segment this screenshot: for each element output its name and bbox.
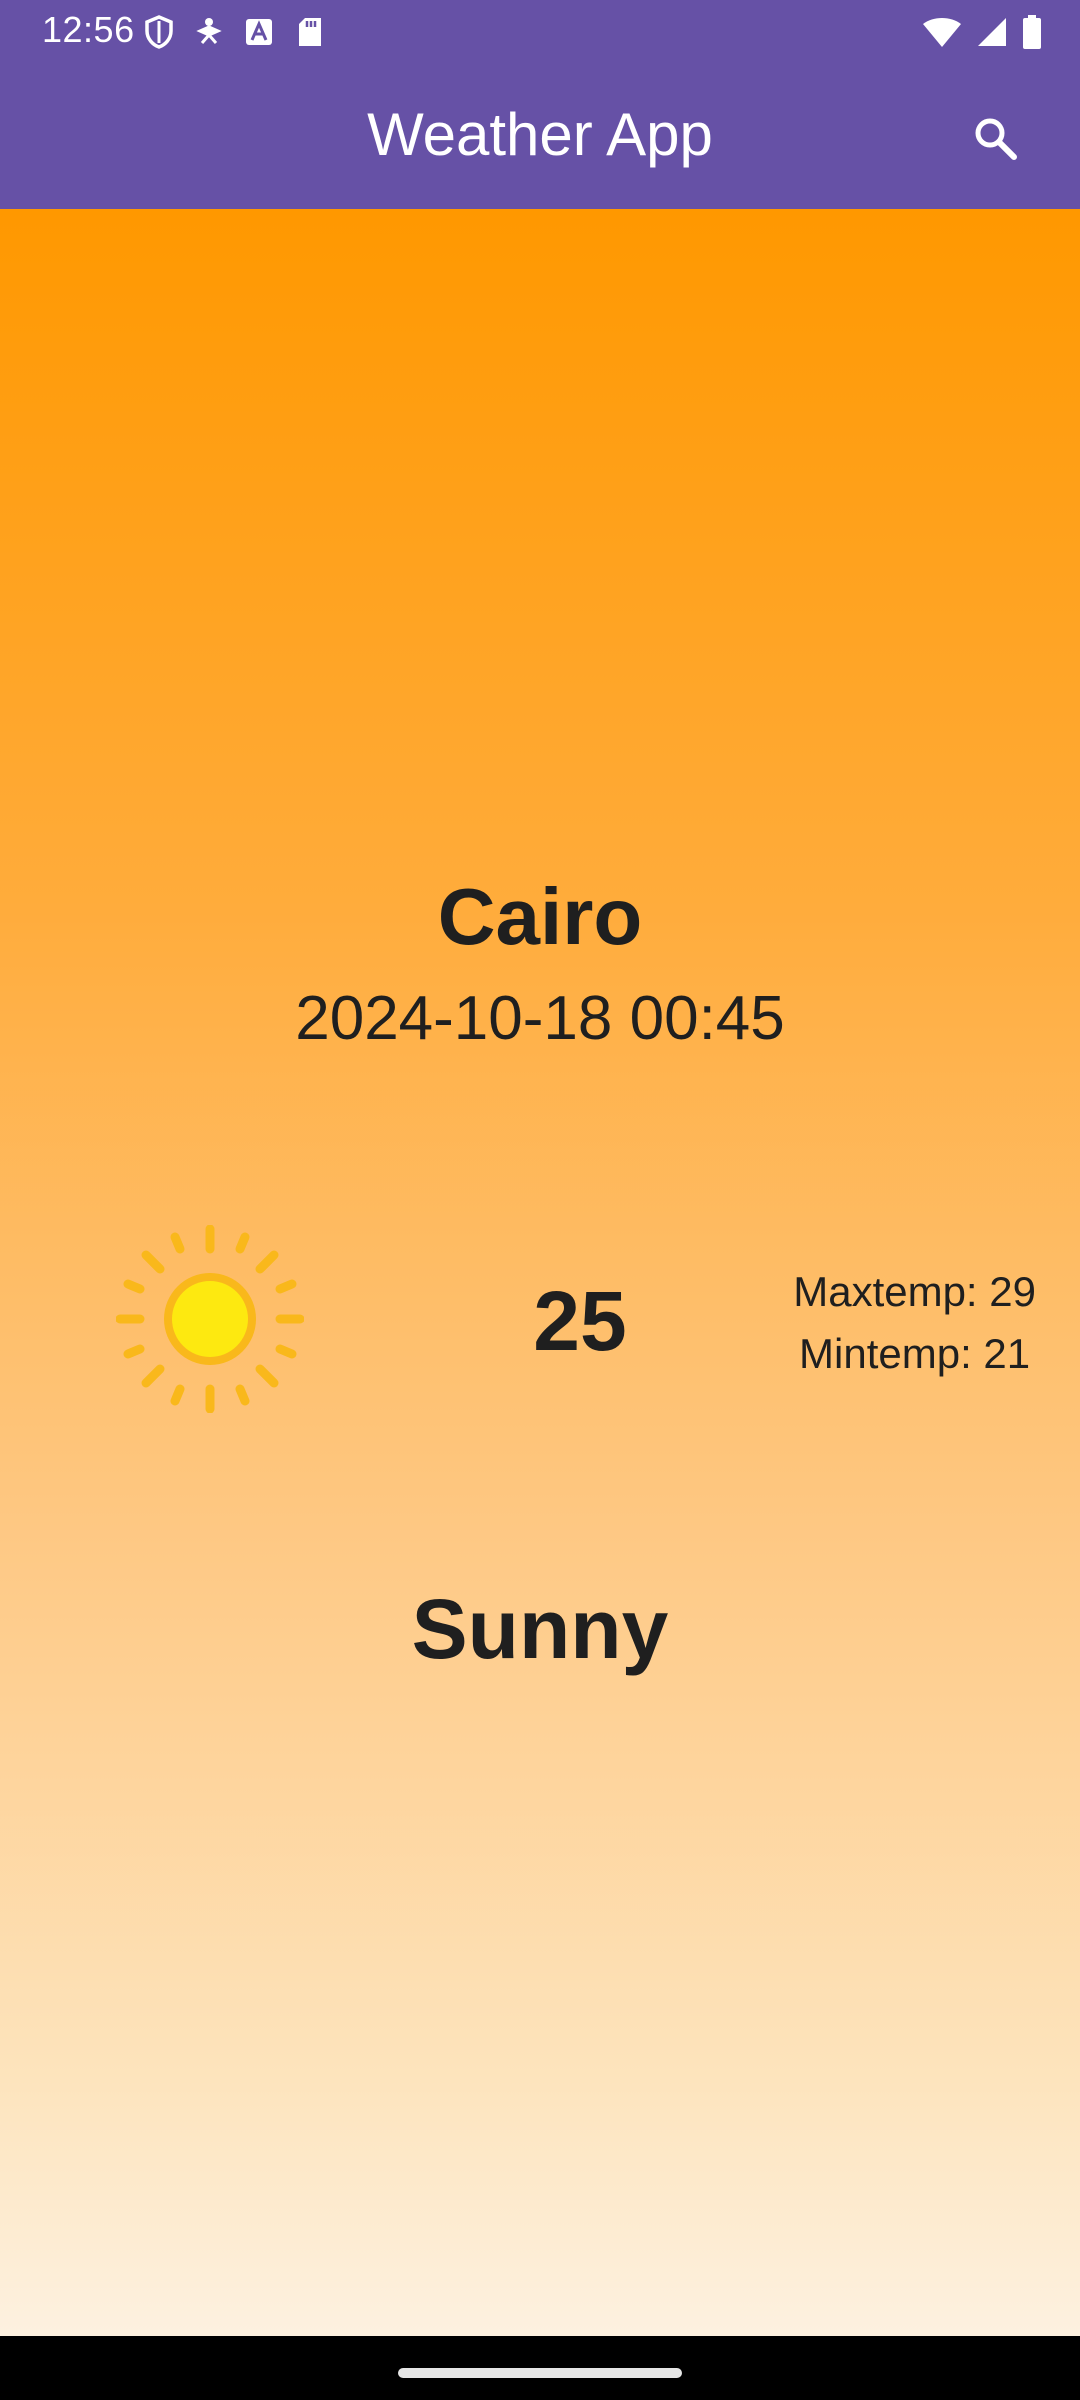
app-title: Weather App <box>367 101 713 168</box>
sun-icon <box>115 1224 305 1414</box>
status-notification-icons <box>144 12 346 52</box>
search-button[interactable] <box>955 100 1035 180</box>
status-bar: 12:56 <box>0 0 1080 62</box>
shield-icon <box>144 15 174 49</box>
date-time: 2024-10-18 00:45 <box>295 984 785 1053</box>
current-temperature: 25 <box>533 1274 627 1368</box>
accessibility-icon <box>196 17 222 47</box>
weather-content: Cairo 2024-10-18 00:45 25 Maxtemp: 29 Mi… <box>0 209 1080 2336</box>
weather-condition: Sunny <box>411 1582 669 1676</box>
city-name: Cairo <box>437 872 643 961</box>
min-temperature: Mintemp: 21 <box>799 1330 1031 1377</box>
max-temperature: Maxtemp: 29 <box>793 1268 1036 1315</box>
status-time: 12:56 <box>42 9 135 50</box>
text-a-icon <box>244 17 274 47</box>
app-bar: Weather App <box>0 62 1080 209</box>
home-gesture-handle[interactable] <box>398 2368 682 2378</box>
battery-icon <box>1022 15 1042 49</box>
search-icon <box>971 114 1019 167</box>
temperature-range: Maxtemp: 29 Mintemp: 21 <box>793 1261 1036 1385</box>
status-system-icons <box>908 12 1042 52</box>
wifi-icon <box>922 16 962 48</box>
signal-icon <box>976 16 1008 48</box>
sd-card-icon <box>296 16 324 48</box>
